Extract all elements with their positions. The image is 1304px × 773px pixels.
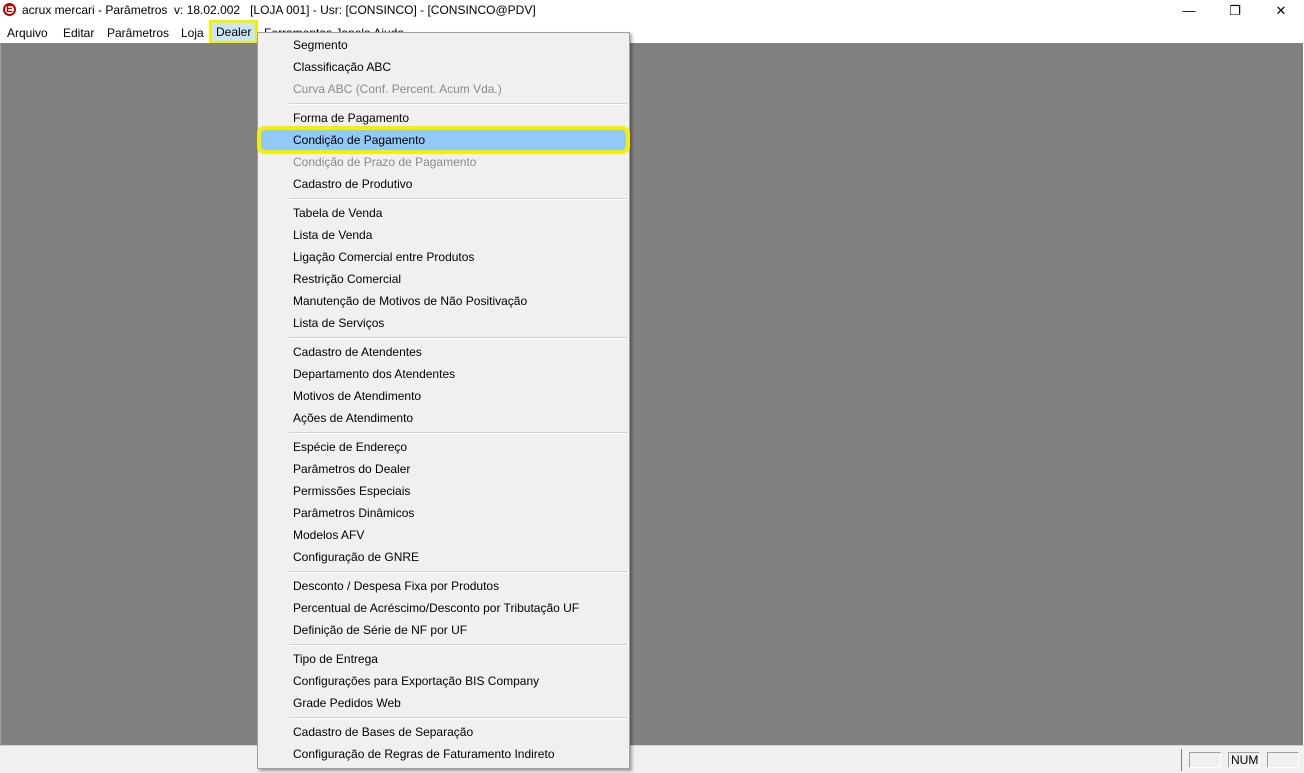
menu-item[interactable]: Modelos AFV bbox=[260, 524, 627, 546]
dealer-dropdown-menu: Segmento Classificação ABC Curva ABC (Conf… bbox=[257, 32, 630, 769]
menu-item-label: Permissões Especiais bbox=[293, 484, 411, 498]
menu-item-label: Definição de Série de NF por UF bbox=[293, 623, 468, 637]
menu-item-selected[interactable]: Condição de Pagamento bbox=[257, 126, 630, 154]
menu-item[interactable]: Cadastro de Produtivo bbox=[260, 173, 627, 195]
menu-item[interactable]: Departamento dos Atendentes bbox=[260, 363, 627, 385]
menu-item-label: Cadastro de Bases de Separação bbox=[293, 725, 474, 739]
menu-item[interactable]: Ações de Atendimento bbox=[260, 407, 627, 429]
minimize-button[interactable]: — bbox=[1166, 0, 1212, 22]
menu-item[interactable]: Classificação ABC bbox=[260, 56, 627, 78]
menu-item-label: Configuração de GNRE bbox=[293, 550, 420, 564]
menu-item[interactable]: Configurações para Exportação BIS Compan… bbox=[260, 670, 627, 692]
menu-separator bbox=[289, 432, 627, 434]
menu-item-label: Curva ABC (Conf. Percent. Acum Vda.) bbox=[293, 82, 502, 96]
menu-loja[interactable]: Loja bbox=[181, 25, 204, 41]
menu-item[interactable]: Grade Pedidos Web bbox=[260, 692, 627, 714]
menu-separator bbox=[289, 337, 627, 339]
menu-separator bbox=[289, 103, 627, 105]
menu-item-label: Segmento bbox=[293, 38, 348, 52]
status-panel-scroll bbox=[1267, 752, 1299, 768]
menu-item-label: Tabela de Venda bbox=[293, 206, 383, 220]
status-panel-caps bbox=[1189, 752, 1221, 768]
menu-item[interactable]: Configuração de Regras de Faturamento In… bbox=[260, 743, 627, 765]
window-title: acrux mercari - Parâmetros v: 18.02.002 … bbox=[22, 3, 536, 17]
menu-item[interactable]: Restrição Comercial bbox=[260, 268, 627, 290]
menu-item-label: Desconto / Despesa Fixa por Produtos bbox=[293, 579, 500, 593]
app-logo-icon: E bbox=[3, 3, 16, 16]
menu-item-label: Parâmetros Dinâmicos bbox=[293, 506, 415, 520]
menu-item-label: Lista de Venda bbox=[293, 228, 373, 242]
restore-button[interactable]: ❐ bbox=[1212, 0, 1258, 22]
menu-item-label: Condição de Prazo de Pagamento bbox=[293, 155, 477, 169]
menu-item: Curva ABC (Conf. Percent. Acum Vda.) bbox=[260, 78, 627, 100]
menu-item[interactable]: Lista de Serviços bbox=[260, 312, 627, 334]
menu-item-label: Configurações para Exportação BIS Compan… bbox=[293, 674, 540, 688]
status-panel-num: NUM bbox=[1228, 752, 1260, 768]
menu-item[interactable]: Espécie de Endereço bbox=[260, 436, 627, 458]
close-button[interactable]: ✕ bbox=[1258, 0, 1304, 22]
menu-item-label: Ligação Comercial entre Produtos bbox=[293, 250, 475, 264]
menu-item[interactable]: Manutenção de Motivos de Não Positivação bbox=[260, 290, 627, 312]
menu-separator bbox=[289, 644, 627, 646]
menu-item[interactable]: Tabela de Venda bbox=[260, 202, 627, 224]
menu-item-label: Manutenção de Motivos de Não Positivação bbox=[293, 294, 528, 308]
status-separator bbox=[1181, 749, 1182, 771]
title-bar: E acrux mercari - Parâmetros v: 18.02.00… bbox=[0, 0, 1304, 22]
menu-separator bbox=[289, 717, 627, 719]
menu-item-label: Cadastro de Produtivo bbox=[293, 177, 413, 191]
menu-item-label: Condição de Pagamento bbox=[293, 133, 426, 147]
menu-item[interactable]: Segmento bbox=[260, 34, 627, 56]
menu-bar: Arquivo Editar Parâmetros Loja Dealer Fe… bbox=[0, 20, 1304, 44]
menu-item-label: Espécie de Endereço bbox=[293, 440, 408, 454]
menu-item[interactable]: Forma de Pagamento bbox=[260, 107, 627, 129]
menu-item[interactable]: Lista de Venda bbox=[260, 224, 627, 246]
menu-item-label: Ações de Atendimento bbox=[293, 411, 414, 425]
menu-item[interactable]: Configuração de GNRE bbox=[260, 546, 627, 568]
menu-item-label: Restrição Comercial bbox=[293, 272, 402, 286]
menu-item[interactable]: Motivos de Atendimento bbox=[260, 385, 627, 407]
menu-item-label: Departamento dos Atendentes bbox=[293, 367, 456, 381]
menu-item[interactable]: Cadastro de Atendentes bbox=[260, 341, 627, 363]
menu-item[interactable]: Cadastro de Bases de Separação bbox=[260, 721, 627, 743]
menu-item-label: Classificação ABC bbox=[293, 60, 392, 74]
menu-item-label: Lista de Serviços bbox=[293, 316, 385, 330]
menu-separator bbox=[289, 198, 627, 200]
menu-dealer[interactable]: Dealer bbox=[208, 20, 259, 44]
menu-item[interactable]: Definição de Série de NF por UF bbox=[260, 619, 627, 641]
menu-item[interactable]: Permissões Especiais bbox=[260, 480, 627, 502]
menu-item[interactable]: Percentual de Acréscimo/Desconto por Tri… bbox=[260, 597, 627, 619]
menu-item-label: Percentual de Acréscimo/Desconto por Tri… bbox=[293, 601, 580, 615]
menu-parametros[interactable]: Parâmetros bbox=[107, 25, 169, 41]
menu-item-label: Grade Pedidos Web bbox=[293, 696, 401, 710]
menu-item[interactable]: Tipo de Entrega bbox=[260, 648, 627, 670]
menu-arquivo[interactable]: Arquivo bbox=[7, 25, 48, 41]
status-bar: NUM bbox=[0, 745, 1304, 773]
menu-item-label: Forma de Pagamento bbox=[293, 111, 410, 125]
mdi-workspace bbox=[0, 43, 1303, 745]
menu-item-label: Cadastro de Atendentes bbox=[293, 345, 422, 359]
menu-item-label: Motivos de Atendimento bbox=[293, 389, 422, 403]
menu-item[interactable]: Parâmetros Dinâmicos bbox=[260, 502, 627, 524]
menu-item-label: Parâmetros do Dealer bbox=[293, 462, 411, 476]
menu-item[interactable]: Ligação Comercial entre Produtos bbox=[260, 246, 627, 268]
menu-item-label: Modelos AFV bbox=[293, 528, 365, 542]
menu-item-label: Configuração de Regras de Faturamento In… bbox=[293, 747, 555, 761]
menu-item[interactable]: Desconto / Despesa Fixa por Produtos bbox=[260, 575, 627, 597]
menu-editar[interactable]: Editar bbox=[63, 25, 94, 41]
menu-separator bbox=[289, 571, 627, 573]
menu-item: Condição de Prazo de Pagamento bbox=[260, 151, 627, 173]
menu-item[interactable]: Parâmetros do Dealer bbox=[260, 458, 627, 480]
menu-item-label: Tipo de Entrega bbox=[293, 652, 378, 666]
